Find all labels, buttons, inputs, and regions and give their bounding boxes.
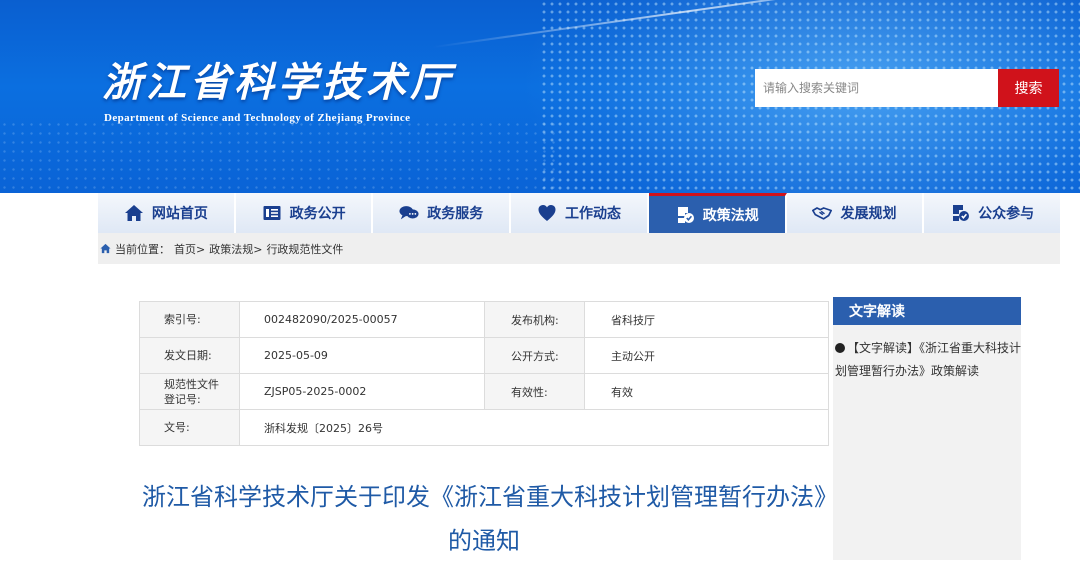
nav-item-label: 公众参与 — [978, 206, 1035, 222]
handshake-icon — [812, 207, 833, 220]
search-button[interactable]: 搜索 — [998, 69, 1059, 107]
home-icon — [124, 205, 143, 221]
nav-item-gov-services[interactable]: 政务服务 — [373, 193, 512, 233]
registration-number-value: ZJSP05-2025-0002 — [239, 373, 485, 410]
nav-item-work-news[interactable]: 工作动态 — [511, 193, 649, 233]
bullet-icon — [835, 343, 845, 353]
table-row: 发文日期: 2025-05-09 公开方式: 主动公开 — [139, 337, 829, 374]
nav-item-development-planning[interactable]: 发展规划 — [786, 193, 925, 233]
search-input[interactable] — [755, 69, 998, 107]
disclosure-method-value: 主动公开 — [584, 337, 829, 374]
site-logo-title[interactable]: 浙江省科学技术厅 — [102, 50, 454, 108]
nav-item-label: 网站首页 — [151, 206, 208, 222]
sidebar-interpretation: 文字解读 【文字解读】《浙江省重大科技计划管理暂行办法》政策解读 — [833, 297, 1021, 560]
nav-item-home[interactable]: 网站首页 — [98, 193, 236, 233]
index-number-label: 索引号: — [139, 301, 240, 338]
registration-number-label: 规范性文件登记号: — [139, 373, 240, 410]
document-number-label: 文号: — [139, 409, 240, 446]
breadcrumb-link-normative-docs[interactable]: 行政规范性文件 — [266, 241, 343, 257]
validity-label: 有效性: — [484, 373, 585, 410]
table-row: 规范性文件登记号: ZJSP05-2025-0002 有效性: 有效 — [139, 373, 829, 410]
sidebar-heading: 文字解读 — [833, 297, 1021, 325]
site-banner: 浙江省科学技术厅 Department of Science and Techn… — [0, 0, 1080, 193]
nav-item-label: 发展规划 — [840, 206, 897, 222]
index-number-value: 002482090/2025-00057 — [239, 301, 485, 338]
home-icon — [100, 243, 111, 254]
issue-date-label: 发文日期: — [139, 337, 240, 374]
policy-icon — [677, 206, 694, 223]
nav-item-label: 政务公开 — [289, 206, 346, 222]
main-nav: 网站首页 政务公开 政务服务 工作动态 政策法规 发展规划 公众参与 — [98, 193, 1061, 233]
breadcrumb-link-policies[interactable]: 政策法规> — [209, 241, 262, 257]
interpretation-link-text[interactable]: 【文字解读】《浙江省重大科技计划管理暂行办法》政策解读 — [835, 341, 1021, 378]
document-list-icon — [263, 206, 281, 220]
document-info-table: 索引号: 002482090/2025-00057 发布机构: 省科技厅 发文日… — [139, 301, 829, 446]
nav-item-public-participation[interactable]: 公众参与 — [924, 193, 1061, 233]
nav-item-label: 政务服务 — [427, 206, 484, 222]
participation-icon — [953, 205, 970, 221]
breadcrumb: 当前位置： 首页> 政策法规> 行政规范性文件 — [98, 233, 1060, 264]
issue-date-value: 2025-05-09 — [239, 337, 485, 374]
nav-item-policies[interactable]: 政策法规 — [648, 193, 787, 233]
disclosure-method-label: 公开方式: — [484, 337, 585, 374]
table-row: 索引号: 002482090/2025-00057 发布机构: 省科技厅 — [139, 301, 829, 338]
page-title: 浙江省科学技术厅关于印发《浙江省重大科技计划管理暂行办法》的通知 — [142, 483, 826, 555]
nav-item-label: 工作动态 — [565, 206, 622, 222]
validity-value: 有效 — [584, 373, 829, 410]
banner-dots-lower — [0, 120, 560, 193]
table-row: 文号: 浙科发规〔2025〕26号 — [139, 409, 829, 446]
site-logo-subtitle: Department of Science and Technology of … — [104, 112, 411, 124]
document-number-value: 浙科发规〔2025〕26号 — [239, 409, 829, 446]
nav-item-label: 政策法规 — [702, 207, 759, 224]
interpretation-link[interactable]: 【文字解读】《浙江省重大科技计划管理暂行办法》政策解读 — [833, 325, 1021, 383]
issuing-agency-value: 省科技厅 — [584, 301, 829, 338]
issuing-agency-label: 发布机构: — [484, 301, 585, 338]
nav-item-gov-affairs-open[interactable]: 政务公开 — [235, 193, 374, 233]
heart-icon — [538, 205, 556, 221]
breadcrumb-link-home[interactable]: 首页> — [174, 241, 205, 257]
breadcrumb-prefix: 当前位置： — [115, 242, 170, 256]
chat-bubbles-icon — [399, 206, 419, 220]
